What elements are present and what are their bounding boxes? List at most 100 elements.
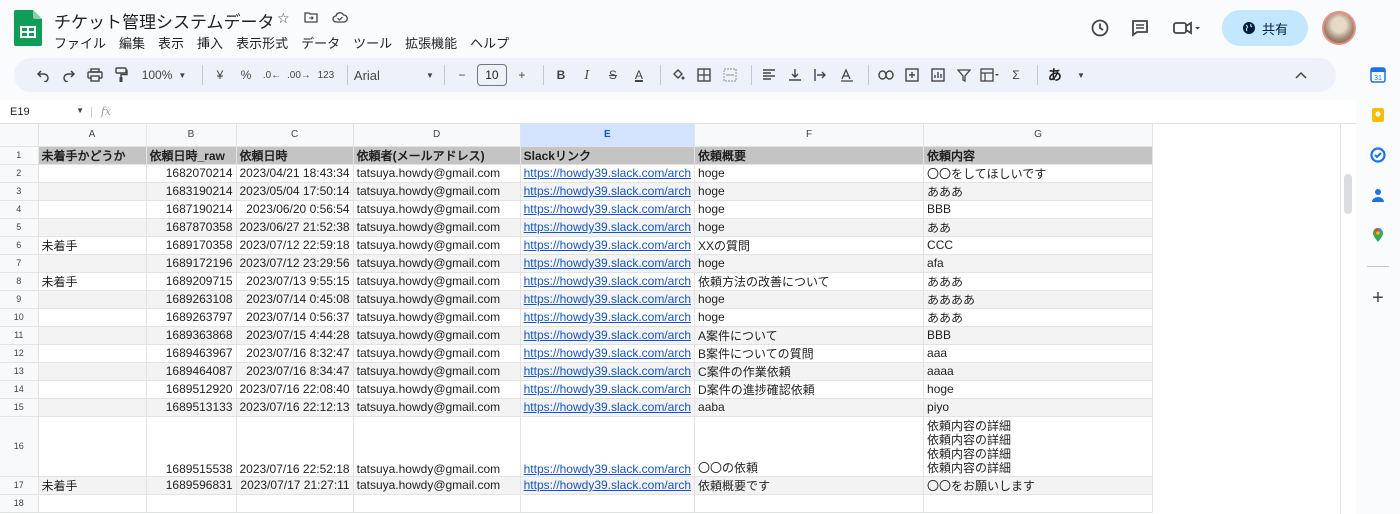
cell-f[interactable]: 依頼概要です <box>694 476 925 495</box>
cell-g[interactable]: afa <box>923 254 1154 273</box>
header-cell-a[interactable]: 未着手かどうか <box>38 146 147 165</box>
cell-a[interactable] <box>38 164 147 183</box>
font-size-input[interactable]: 10 <box>476 64 507 86</box>
cell-f[interactable]: hoge <box>694 182 925 201</box>
text-color-button[interactable]: A <box>628 63 650 87</box>
cell-c[interactable]: 2023/07/17 21:27:11 <box>236 476 354 495</box>
cell-b[interactable]: 1682070214 <box>146 164 237 183</box>
filter-icon[interactable] <box>953 63 975 87</box>
cell-c[interactable]: 2023/07/16 22:08:40 <box>236 380 354 399</box>
insert-chart-icon[interactable] <box>927 63 949 87</box>
cell-g[interactable]: ああ <box>923 218 1154 237</box>
cell-c[interactable]: 2023/07/16 8:34:47 <box>236 362 354 381</box>
chevron-down-icon[interactable]: ▼ <box>1070 63 1092 87</box>
cell-g[interactable]: あああ <box>923 272 1154 291</box>
row-number[interactable]: 9 <box>0 290 39 309</box>
row-number[interactable]: 1 <box>0 146 39 165</box>
cell-b[interactable]: 1689170358 <box>146 236 237 255</box>
header-cell-g[interactable]: 依頼内容 <box>923 146 1154 165</box>
cell-d[interactable]: tatsuya.howdy@gmail.com <box>353 398 521 417</box>
menu-edit[interactable]: 編集 <box>119 33 152 52</box>
cell-d[interactable]: tatsuya.howdy@gmail.com <box>353 476 521 495</box>
add-icon[interactable]: + <box>1369 287 1387 309</box>
keep-icon[interactable] <box>1369 106 1387 124</box>
menu-tools[interactable]: ツール <box>353 33 399 52</box>
row-number[interactable]: 15 <box>0 398 39 417</box>
row-number[interactable]: 13 <box>0 362 39 381</box>
cell-e[interactable]: https://howdy39.slack.com/arch <box>520 272 696 291</box>
meet-icon[interactable] <box>1160 10 1214 46</box>
cell-f[interactable] <box>694 494 925 513</box>
borders-icon[interactable] <box>693 63 715 87</box>
cell-e[interactable]: https://howdy39.slack.com/arch <box>520 236 696 255</box>
cell-e[interactable]: https://howdy39.slack.com/arch <box>520 164 696 183</box>
cell-f[interactable]: hoge <box>694 164 925 183</box>
cell-f[interactable]: C案件の作業依頼 <box>694 362 925 381</box>
cell-b[interactable]: 1689172196 <box>146 254 237 273</box>
column-header-c[interactable]: C <box>236 124 354 147</box>
cell-c[interactable]: 2023/06/20 0:56:54 <box>236 200 354 219</box>
insert-comment-icon[interactable] <box>901 63 923 87</box>
percent-format-button[interactable]: % <box>235 63 257 87</box>
cell-e[interactable]: https://howdy39.slack.com/arch <box>520 362 696 381</box>
column-header-b[interactable]: B <box>146 124 237 147</box>
header-cell-d[interactable]: 依頼者(メールアドレス) <box>353 146 521 165</box>
star-icon[interactable]: ☆ <box>277 10 290 27</box>
user-avatar[interactable] <box>1322 11 1356 45</box>
paint-format-icon[interactable] <box>110 63 132 87</box>
cell-d[interactable] <box>353 494 521 513</box>
maps-icon[interactable] <box>1369 226 1387 244</box>
cell-e[interactable]: https://howdy39.slack.com/arch <box>520 290 696 309</box>
cell-a[interactable] <box>38 200 147 219</box>
cell-a[interactable] <box>38 362 147 381</box>
cell-g[interactable]: あああ <box>923 308 1154 327</box>
cell-e[interactable]: https://howdy39.slack.com/arch <box>520 476 696 495</box>
cell-d[interactable]: tatsuya.howdy@gmail.com <box>353 308 521 327</box>
cell-b[interactable]: 1689263108 <box>146 290 237 309</box>
cell-f[interactable]: B案件についての質問 <box>694 344 925 363</box>
row-number[interactable]: 18 <box>0 494 39 513</box>
cell-c[interactable]: 2023/07/16 8:32:47 <box>236 344 354 363</box>
cell-f[interactable]: aaba <box>694 398 925 417</box>
row-number[interactable]: 8 <box>0 272 39 291</box>
increase-decimal-button[interactable]: .00→ <box>287 63 311 87</box>
row-number[interactable]: 5 <box>0 218 39 237</box>
cell-f[interactable]: hoge <box>694 290 925 309</box>
collapse-toolbar-icon[interactable] <box>1290 63 1312 87</box>
cell-c[interactable]: 2023/05/04 17:50:14 <box>236 182 354 201</box>
currency-format-button[interactable]: ¥ <box>209 63 231 87</box>
input-tools-button[interactable]: あ <box>1044 63 1066 87</box>
row-number[interactable]: 14 <box>0 380 39 399</box>
cell-d[interactable]: tatsuya.howdy@gmail.com <box>353 362 521 381</box>
cell-g[interactable]: piyo <box>923 398 1154 417</box>
cell-e[interactable]: https://howdy39.slack.com/arch <box>520 200 696 219</box>
vertical-align-icon[interactable] <box>784 63 806 87</box>
row-number[interactable]: 4 <box>0 200 39 219</box>
cell-c[interactable]: 2023/07/16 22:12:13 <box>236 398 354 417</box>
cell-e[interactable]: https://howdy39.slack.com/arch <box>520 326 696 345</box>
version-history-icon[interactable] <box>1080 10 1120 46</box>
cell-e[interactable]: https://howdy39.slack.com/arch <box>520 254 696 273</box>
cell-a[interactable]: 未着手 <box>38 476 147 495</box>
row-number[interactable]: 2 <box>0 164 39 183</box>
cell-g[interactable]: BBB <box>923 200 1154 219</box>
column-header-f[interactable]: F <box>694 124 925 147</box>
cell-c[interactable]: 2023/07/14 0:56:37 <box>236 308 354 327</box>
cell-g[interactable]: 〇〇をお願いします <box>923 476 1154 495</box>
header-cell-f[interactable]: 依頼概要 <box>694 146 925 165</box>
cell-b[interactable]: 1687870358 <box>146 218 237 237</box>
cell-f[interactable]: hoge <box>694 218 925 237</box>
cell-b[interactable]: 1689363868 <box>146 326 237 345</box>
scrollbar-thumb[interactable] <box>1344 174 1352 214</box>
column-header-a[interactable]: A <box>38 124 147 147</box>
cell-d[interactable]: tatsuya.howdy@gmail.com <box>353 200 521 219</box>
calendar-icon[interactable]: 31 <box>1369 66 1387 84</box>
cell-c[interactable]: 2023/07/16 22:52:18 <box>236 416 354 477</box>
menu-help[interactable]: ヘルプ <box>470 33 516 52</box>
row-number[interactable]: 7 <box>0 254 39 273</box>
contacts-icon[interactable] <box>1369 186 1387 204</box>
cell-a[interactable] <box>38 398 147 417</box>
cell-c[interactable]: 2023/06/27 21:52:38 <box>236 218 354 237</box>
cell-c[interactable]: 2023/07/14 0:45:08 <box>236 290 354 309</box>
cell-e[interactable] <box>520 494 696 513</box>
